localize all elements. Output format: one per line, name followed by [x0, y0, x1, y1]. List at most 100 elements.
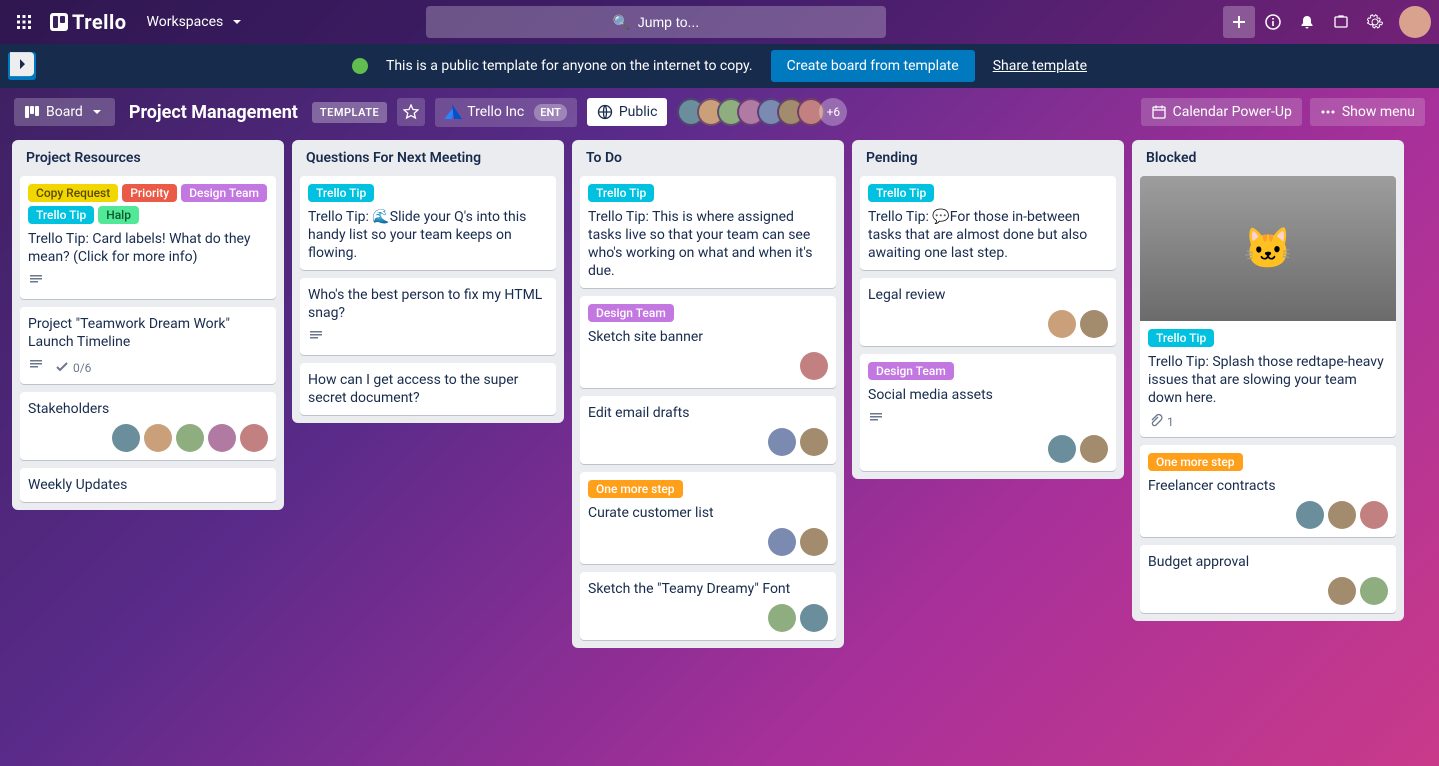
- card[interactable]: Sketch the "Teamy Dreamy" Font: [580, 572, 836, 640]
- card[interactable]: One more stepCurate customer list: [580, 472, 836, 564]
- settings-icon[interactable]: [1359, 6, 1391, 38]
- card[interactable]: Edit email drafts: [580, 396, 836, 464]
- member-avatar[interactable]: [800, 352, 828, 380]
- card-labels: Trello Tip: [1148, 329, 1388, 347]
- brand-name: Trello: [72, 10, 127, 34]
- chevron-down-icon: [89, 104, 105, 120]
- member-avatar[interactable]: [768, 528, 796, 556]
- apps-icon[interactable]: [8, 6, 40, 38]
- member-avatar[interactable]: [1360, 501, 1388, 529]
- visibility-chip[interactable]: Public: [587, 98, 668, 126]
- card[interactable]: Weekly Updates: [20, 468, 276, 502]
- member-avatar[interactable]: [800, 528, 828, 556]
- list-title[interactable]: Project Resources: [20, 148, 276, 168]
- card-label[interactable]: Design Team: [588, 304, 674, 322]
- member-avatar[interactable]: [1080, 310, 1108, 338]
- checklist-badge: 0/6: [54, 359, 91, 375]
- member-avatar[interactable]: [1328, 501, 1356, 529]
- info-icon[interactable]: [1257, 6, 1289, 38]
- card-label[interactable]: Trello Tip: [28, 206, 94, 224]
- card[interactable]: 🐱Trello TipTrello Tip: Splash those redt…: [1140, 176, 1396, 437]
- member-avatar[interactable]: [1296, 501, 1324, 529]
- workspaces-dropdown[interactable]: Workspaces: [137, 8, 256, 36]
- member-avatar[interactable]: [1048, 435, 1076, 463]
- create-board-from-template-button[interactable]: Create board from template: [771, 50, 975, 82]
- list-title[interactable]: Pending: [860, 148, 1116, 168]
- card[interactable]: How can I get access to the super secret…: [300, 363, 556, 415]
- card[interactable]: Legal review: [860, 278, 1116, 346]
- member-avatar[interactable]: [176, 424, 204, 452]
- expand-sidebar-button[interactable]: [10, 52, 34, 76]
- card[interactable]: Copy RequestPriorityDesign Team Trello Ti…: [20, 176, 276, 299]
- notifications-icon[interactable]: [1291, 6, 1323, 38]
- template-badge: TEMPLATE: [312, 102, 387, 123]
- card-label[interactable]: Trello Tip: [868, 184, 934, 202]
- star-button[interactable]: [397, 98, 425, 126]
- create-button[interactable]: [1223, 6, 1255, 38]
- member-avatar[interactable]: [112, 424, 140, 452]
- list-title[interactable]: To Do: [580, 148, 836, 168]
- board-canvas[interactable]: Project ResourcesCopy RequestPriorityDes…: [0, 136, 1439, 766]
- brand-logo[interactable]: Trello: [44, 10, 133, 34]
- card[interactable]: Trello TipTrello Tip: This is where assi…: [580, 176, 836, 288]
- card-label[interactable]: One more step: [588, 480, 683, 498]
- card-label[interactable]: One more step: [1148, 453, 1243, 471]
- card-text: Who's the best person to fix my HTML sna…: [308, 286, 548, 322]
- card[interactable]: Who's the best person to fix my HTML sna…: [300, 278, 556, 355]
- card[interactable]: Trello Tip Trello Tip: 💬For those in-betw…: [860, 176, 1116, 270]
- card[interactable]: Trello TipTrello Tip: 🌊Slide your Q's in…: [300, 176, 556, 270]
- card-text: Edit email drafts: [588, 404, 828, 422]
- board-view-switcher[interactable]: Board: [14, 98, 115, 126]
- card-label[interactable]: Priority: [122, 184, 177, 202]
- card-label[interactable]: Halp: [98, 206, 139, 224]
- card-members: [588, 604, 828, 632]
- user-avatar[interactable]: [1399, 6, 1431, 38]
- card-labels: Copy RequestPriorityDesign Team Trello Ti…: [28, 184, 268, 224]
- member-avatar[interactable]: [1080, 435, 1108, 463]
- member-avatar[interactable]: [1328, 577, 1356, 605]
- show-menu-button[interactable]: Show menu: [1310, 98, 1425, 126]
- org-chip[interactable]: Trello Inc ENT: [435, 98, 577, 127]
- calendar-powerup-button[interactable]: Calendar Power-Up: [1141, 98, 1302, 126]
- list: Blocked 🐱Trello TipTrello Tip: Splash tho…: [1132, 140, 1404, 621]
- card[interactable]: Stakeholders: [20, 392, 276, 460]
- card-label[interactable]: Design Team: [181, 184, 267, 202]
- globe-icon: [597, 104, 613, 120]
- member-avatar[interactable]: [1048, 310, 1076, 338]
- board-title[interactable]: Project Management: [125, 102, 302, 123]
- card[interactable]: Project "Teamwork Dream Work" Launch Tim…: [20, 307, 276, 384]
- briefcase-icon[interactable]: [1325, 6, 1357, 38]
- org-tier-badge: ENT: [534, 104, 567, 121]
- card[interactable]: Design TeamSocial media assets: [860, 354, 1116, 471]
- search-input[interactable]: [426, 6, 886, 38]
- board-members[interactable]: +6: [685, 98, 847, 126]
- card[interactable]: One more stepFreelancer contracts: [1140, 445, 1396, 537]
- card-labels: One more step: [588, 480, 828, 498]
- member-avatar[interactable]: [144, 424, 172, 452]
- list: Pending Trello Tip Trello Tip: 💬For those …: [852, 140, 1124, 479]
- card-labels: Trello Tip: [868, 184, 1108, 202]
- card-label[interactable]: Copy Request: [28, 184, 118, 202]
- member-avatar[interactable]: [208, 424, 236, 452]
- card-label[interactable]: Design Team: [868, 362, 954, 380]
- card-label[interactable]: Trello Tip: [1148, 329, 1214, 347]
- card-label[interactable]: Trello Tip: [588, 184, 654, 202]
- card-label[interactable]: Trello Tip: [308, 184, 374, 202]
- member-avatar[interactable]: [800, 428, 828, 456]
- attachment-badge: 1: [1148, 413, 1174, 429]
- member-avatar[interactable]: [768, 604, 796, 632]
- member-avatar[interactable]: [240, 424, 268, 452]
- more-members-button[interactable]: +6: [819, 98, 847, 126]
- member-avatar[interactable]: [1360, 577, 1388, 605]
- list-title[interactable]: Questions For Next Meeting: [300, 148, 556, 168]
- list-title[interactable]: Blocked: [1140, 148, 1396, 168]
- globe-icon: [352, 58, 368, 74]
- card[interactable]: Budget approval: [1140, 545, 1396, 613]
- card-members: [588, 352, 828, 380]
- card[interactable]: Design TeamSketch site banner: [580, 296, 836, 388]
- member-avatar[interactable]: [768, 428, 796, 456]
- member-avatar[interactable]: [800, 604, 828, 632]
- share-template-link[interactable]: Share template: [993, 58, 1087, 74]
- card-text: Trello Tip: 💬For those in-between tasks …: [868, 208, 1108, 262]
- list: Project Resources Copy RequestPriorityDes…: [12, 140, 284, 510]
